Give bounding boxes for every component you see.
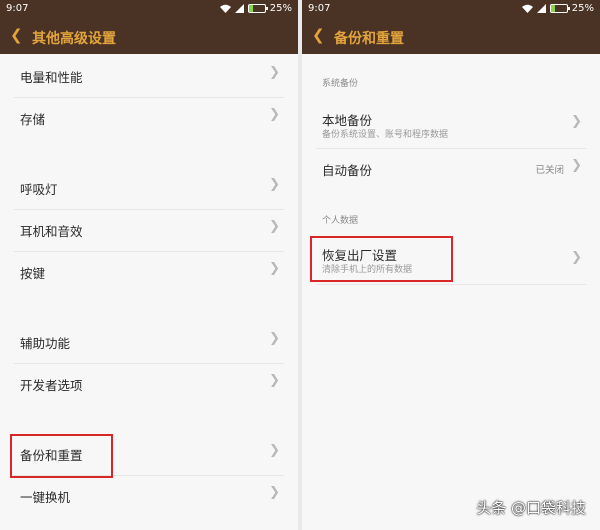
status-bar: 9:07 25% xyxy=(302,0,600,18)
app-bar: ❮ 备份和重置 xyxy=(302,18,600,54)
status-icons: 25% xyxy=(219,3,292,14)
app-bar: ❮ 其他高级设置 xyxy=(0,18,298,54)
list-item-label: 呼吸灯 xyxy=(20,182,58,197)
chevron-right-icon: ❯ xyxy=(269,373,280,388)
signal-icon xyxy=(536,4,546,13)
back-arrow-icon[interactable]: ❮ xyxy=(10,26,23,44)
list-item-label: 一键换机 xyxy=(20,490,71,505)
status-icons: 25% xyxy=(521,3,594,14)
left-screen: 9:07 25% ❮ 其他高级设置 电量和性能 ❯ 存储 ❯ 呼吸灯 ❯ 耳机和… xyxy=(0,0,298,530)
list-item-breathing-light[interactable]: 呼吸灯 ❯ xyxy=(0,167,298,209)
page-title: 备份和重置 xyxy=(334,31,404,47)
chevron-right-icon: ❯ xyxy=(571,158,582,173)
chevron-right-icon: ❯ xyxy=(269,485,280,500)
highlight-box xyxy=(310,236,453,282)
right-screen: 9:07 25% ❮ 备份和重置 系统备份 本地备份 备份系统设置、账号和程序数… xyxy=(302,0,600,530)
page-title: 其他高级设置 xyxy=(32,31,116,47)
battery-percent: 25% xyxy=(571,3,594,14)
chevron-right-icon: ❯ xyxy=(269,219,280,234)
list-item-one-click-migrate[interactable]: 一键换机 ❯ xyxy=(0,475,298,517)
list-item-subtitle: 备份系统设置、账号和程序数据 xyxy=(322,130,449,140)
chevron-right-icon: ❯ xyxy=(269,107,280,122)
back-arrow-icon[interactable]: ❮ xyxy=(312,26,325,44)
status-bar: 9:07 25% xyxy=(0,0,298,18)
chevron-right-icon: ❯ xyxy=(269,331,280,346)
status-time: 9:07 xyxy=(6,3,29,14)
battery-icon xyxy=(549,4,570,13)
list-item-auto-backup[interactable]: 自动备份 已关闭 ❯ xyxy=(302,148,600,190)
section-header-system-backup: 系统备份 xyxy=(322,79,359,89)
auto-backup-status: 已关闭 xyxy=(535,165,564,176)
list-item-accessibility[interactable]: 辅助功能 ❯ xyxy=(0,321,298,363)
chevron-right-icon: ❯ xyxy=(269,65,280,80)
signal-icon xyxy=(234,4,244,13)
divider xyxy=(316,284,586,285)
list-item-battery[interactable]: 电量和性能 ❯ xyxy=(0,55,298,97)
list-item-label: 电量和性能 xyxy=(20,70,83,85)
list-item-label: 存储 xyxy=(20,112,46,127)
watermark: 头条 @口袋科技 xyxy=(476,499,586,517)
list-item-label: 开发者选项 xyxy=(20,378,83,393)
chevron-right-icon: ❯ xyxy=(571,250,582,265)
chevron-right-icon: ❯ xyxy=(571,114,582,129)
highlight-box xyxy=(10,434,113,478)
list-item-developer-options[interactable]: 开发者选项 ❯ xyxy=(0,363,298,405)
list-item-headphones[interactable]: 耳机和音效 ❯ xyxy=(0,209,298,251)
list-item-label: 耳机和音效 xyxy=(20,224,83,239)
chevron-right-icon: ❯ xyxy=(269,177,280,192)
section-header-personal-data: 个人数据 xyxy=(322,216,359,226)
wifi-icon xyxy=(521,4,533,13)
list-item-label: 辅助功能 xyxy=(20,336,71,351)
list-item-label: 按键 xyxy=(20,266,46,281)
battery-icon xyxy=(247,4,268,13)
wifi-icon xyxy=(219,4,231,13)
list-item-storage[interactable]: 存储 ❯ xyxy=(0,97,298,139)
list-item-local-backup[interactable]: 本地备份 备份系统设置、账号和程序数据 ❯ xyxy=(302,100,600,146)
chevron-right-icon: ❯ xyxy=(269,443,280,458)
list-item-label: 自动备份 xyxy=(322,163,373,178)
battery-percent: 25% xyxy=(269,3,292,14)
list-item-buttons[interactable]: 按键 ❯ xyxy=(0,251,298,293)
status-time: 9:07 xyxy=(308,3,331,14)
chevron-right-icon: ❯ xyxy=(269,261,280,276)
